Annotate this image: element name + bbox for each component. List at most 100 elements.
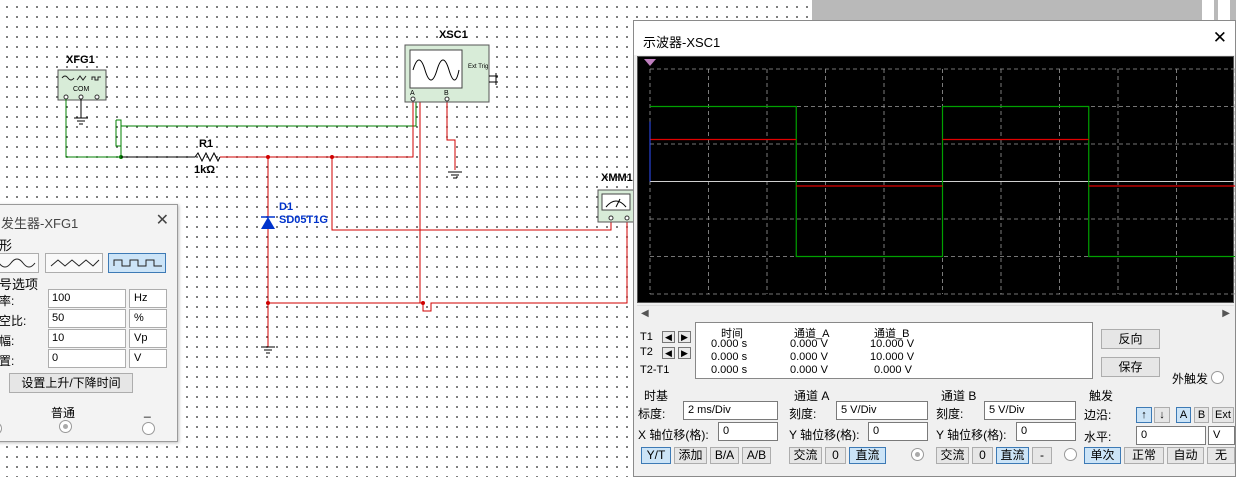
- add-button[interactable]: 添加: [674, 447, 707, 464]
- x-position-input[interactable]: 0: [718, 422, 778, 441]
- channel-b-radio[interactable]: [1064, 448, 1077, 461]
- osc-titlebar: 示波器-XSC1 ✕: [634, 21, 1235, 55]
- r1-ref: R1: [199, 138, 214, 150]
- scope-scrollbar[interactable]: ◀ ▶: [637, 305, 1234, 321]
- offset-input[interactable]: 0: [48, 349, 126, 368]
- duty-cycle-input[interactable]: 50: [48, 309, 126, 328]
- t1-b: 10.000 V: [870, 338, 915, 350]
- none-mode-button[interactable]: 无: [1207, 447, 1235, 464]
- timebase-scale-input[interactable]: 2 ms/Div: [683, 401, 778, 420]
- ab-button[interactable]: A/B: [742, 447, 771, 464]
- level-label: 水平:: [1084, 430, 1112, 444]
- minus-label: _: [144, 404, 151, 418]
- amplitude-unit[interactable]: Vp: [129, 329, 167, 348]
- scope-screen[interactable]: [637, 56, 1236, 303]
- trigger-heading: 触发: [1089, 389, 1114, 403]
- t1-a: 0.000 V: [790, 338, 828, 350]
- xsc1-ext-trig-label: Ext Trig: [468, 64, 489, 70]
- channel-b-scale-input[interactable]: 5 V/Div: [984, 401, 1076, 420]
- single-mode-button[interactable]: 单次: [1084, 447, 1121, 464]
- t2-right-arrow-icon[interactable]: ▶: [678, 347, 691, 359]
- function-generator-window[interactable]: 发生器-XFG1 ✕ 形 号选项 率: 100 Hz 空比: 50 % 幅: 1…: [0, 204, 178, 442]
- channel-a-zero-button[interactable]: 0: [825, 447, 846, 464]
- channel-a-radio[interactable]: [911, 448, 924, 461]
- trigger-source-a-button[interactable]: A: [1176, 407, 1191, 423]
- t1-right-arrow-icon[interactable]: ▶: [678, 331, 691, 343]
- xmm1-minus: [624, 215, 630, 221]
- rising-edge-icon[interactable]: ↑: [1136, 407, 1152, 423]
- inverted-radio[interactable]: [142, 422, 155, 435]
- channel-b-minus-button[interactable]: -: [1032, 447, 1052, 464]
- ext-trig-pins: [489, 73, 498, 85]
- fg-window-title: 发生器-XFG1: [1, 216, 79, 231]
- fg-waveform-heading: 形: [0, 238, 13, 253]
- amplitude-label: 幅:: [0, 334, 15, 348]
- t2-b: 10.000 V: [870, 351, 915, 363]
- xfg1-ref: XFG1: [66, 54, 95, 66]
- t1-left-arrow-icon[interactable]: ◀: [662, 331, 675, 343]
- fg-options-heading: 号选项: [0, 277, 39, 292]
- xsc1-ref: XSC1: [439, 29, 468, 41]
- scroll-left-icon[interactable]: ◀: [641, 308, 649, 319]
- trigger-source-ext-button[interactable]: Ext: [1212, 407, 1234, 423]
- xsc1-pin-b-label: B: [444, 90, 449, 97]
- ground-symbol: [261, 346, 275, 354]
- falling-edge-icon[interactable]: ↓: [1154, 407, 1170, 423]
- trigger-source-b-button[interactable]: B: [1194, 407, 1209, 423]
- channel-a-dc-button[interactable]: 直流: [849, 447, 886, 464]
- duty-cycle-unit[interactable]: %: [129, 309, 167, 328]
- normal-radio[interactable]: [59, 420, 72, 433]
- channel-a-ypos-label: Y 轴位移(格):: [789, 428, 860, 442]
- close-icon[interactable]: ✕: [1213, 28, 1227, 48]
- level-input[interactable]: 0: [1136, 426, 1206, 445]
- xsc1-pin-a-label: A: [410, 90, 415, 97]
- t2-label: T2: [640, 346, 653, 358]
- auto-mode-button[interactable]: 自动: [1167, 447, 1204, 464]
- channel-b-dc-button[interactable]: 直流: [996, 447, 1029, 464]
- square-wave-button[interactable]: [108, 253, 166, 273]
- frequency-input[interactable]: 100: [48, 289, 126, 308]
- xmm1-ref: XMM1: [601, 172, 633, 184]
- offset-unit[interactable]: V: [129, 349, 167, 368]
- xsc1-screen: [409, 49, 463, 89]
- ba-button[interactable]: B/A: [710, 447, 739, 464]
- timebase-heading: 时基: [644, 389, 669, 403]
- yt-button[interactable]: Y/T: [641, 447, 671, 464]
- channel-b-ypos-input[interactable]: 0: [1016, 422, 1076, 441]
- channel-b-ac-button[interactable]: 交流: [936, 447, 969, 464]
- channel-a-heading: 通道 A: [794, 389, 830, 403]
- ground-symbol: [448, 171, 462, 179]
- channel-a-scale-input[interactable]: 5 V/Div: [836, 401, 928, 420]
- d1-symbol[interactable]: [261, 216, 275, 229]
- amplitude-input[interactable]: 10: [48, 329, 126, 348]
- triangle-wave-button[interactable]: [45, 253, 103, 273]
- level-unit[interactable]: V: [1208, 426, 1235, 445]
- cursor-t1-marker: [644, 59, 656, 66]
- scope-plot: [644, 59, 1236, 295]
- close-icon[interactable]: ✕: [156, 210, 169, 230]
- rise-fall-time-button[interactable]: 设置上升/下降时间: [9, 373, 133, 393]
- xfg1-com-label: COM: [73, 86, 90, 93]
- xfg1-minus-terminal: [94, 94, 100, 100]
- normal-mode-button[interactable]: 正常: [1124, 447, 1164, 464]
- sine-wave-button[interactable]: [0, 253, 39, 273]
- r1-symbol[interactable]: [121, 151, 221, 163]
- reverse-button[interactable]: 反向: [1101, 329, 1160, 349]
- t1-label: T1: [640, 331, 653, 343]
- t1-time: 0.000 s: [711, 338, 748, 350]
- sine-wave-icon: [0, 258, 36, 268]
- plus-radio[interactable]: [0, 422, 2, 435]
- frequency-unit[interactable]: Hz: [129, 289, 167, 308]
- scroll-right-icon[interactable]: ▶: [1222, 308, 1230, 319]
- channel-a-ypos-input[interactable]: 0: [868, 422, 928, 441]
- oscilloscope-window[interactable]: 示波器-XSC1 ✕ ◀ ▶ T1 T2 T2-T1 ◀ ▶ ◀ ▶ 时间 通道…: [633, 20, 1236, 477]
- xmm1-display: [601, 193, 631, 211]
- diff-a: 0.000 V: [790, 364, 828, 376]
- x-position-label: X 轴位移(格):: [638, 428, 709, 442]
- channel-b-zero-button[interactable]: 0: [972, 447, 993, 464]
- ext-trigger-radio[interactable]: [1211, 371, 1224, 384]
- xmm1-plus: [608, 215, 614, 221]
- t2-left-arrow-icon[interactable]: ◀: [662, 347, 675, 359]
- save-button[interactable]: 保存: [1101, 357, 1160, 377]
- channel-a-ac-button[interactable]: 交流: [789, 447, 822, 464]
